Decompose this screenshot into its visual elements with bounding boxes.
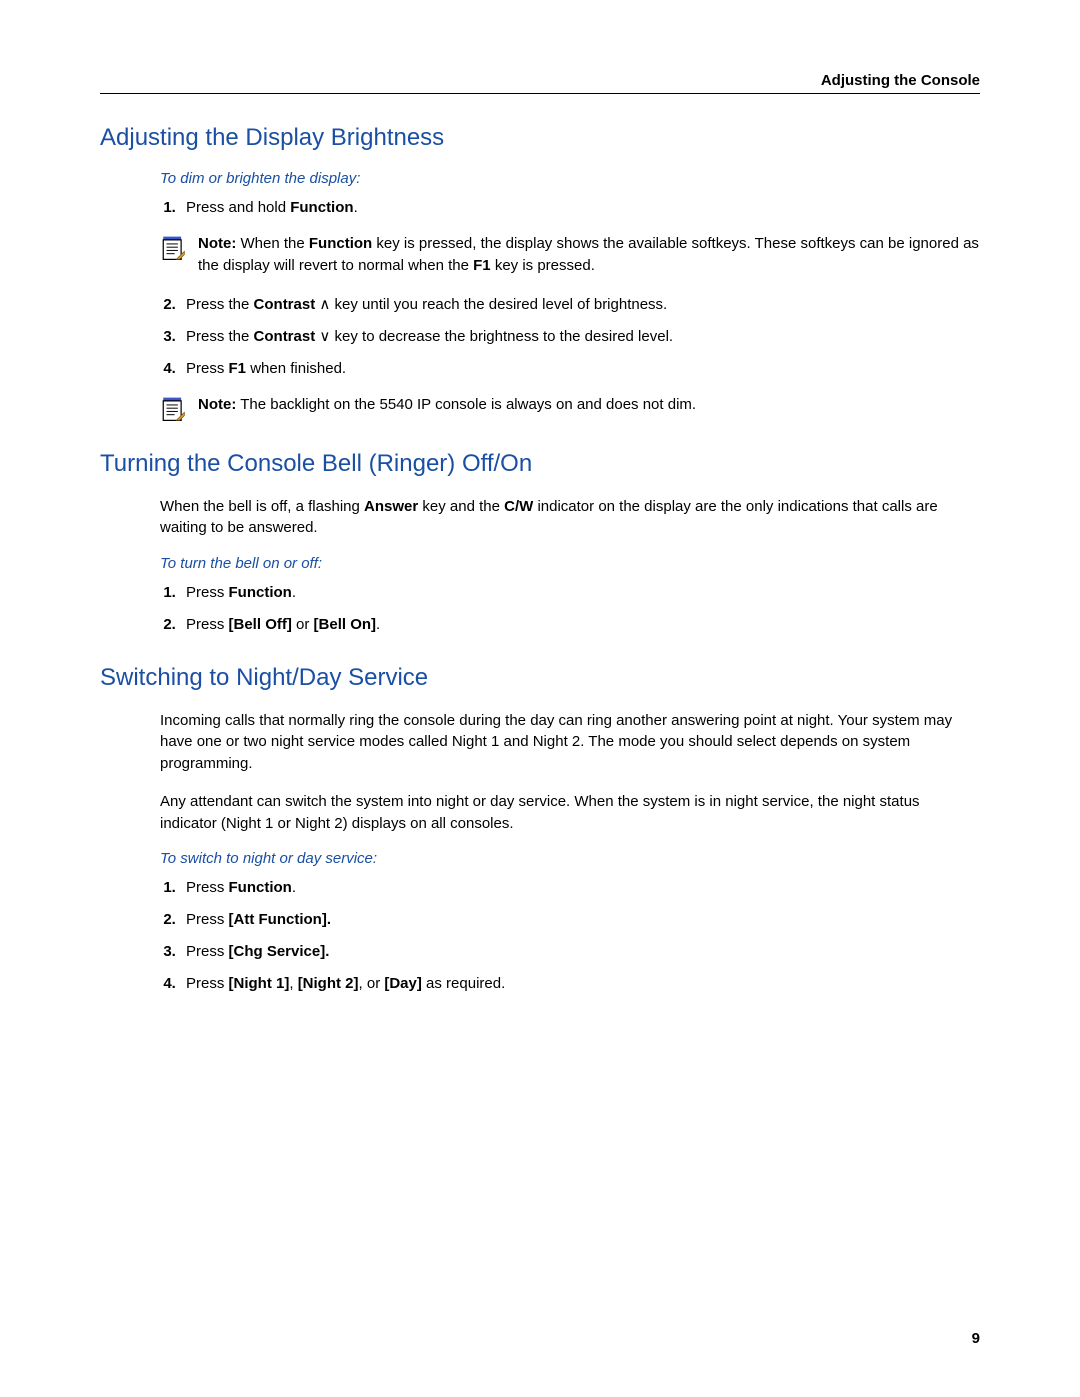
text-bold: Function (229, 879, 292, 896)
section-heading-bell: Turning the Console Bell (Ringer) Off/On (100, 450, 980, 478)
section-body-brightness: To dim or brighten the display: Press an… (160, 170, 980, 422)
note-label: Note: (198, 235, 236, 252)
text: Press (186, 879, 229, 896)
running-header: Adjusting the Console (100, 72, 980, 89)
step-list: Press Function. Press [Att Function]. Pr… (160, 877, 980, 994)
text-bold: Answer (364, 498, 418, 515)
list-item: Press and hold Function. (180, 197, 980, 219)
text-bold: Function (290, 199, 353, 216)
text-bold: [Night 2] (298, 975, 359, 992)
text: , (289, 975, 297, 992)
text: Press (186, 616, 229, 633)
note-block: Note: The backlight on the 5540 IP conso… (160, 394, 980, 422)
subheading: To dim or brighten the display: (160, 170, 980, 187)
text: . (292, 584, 296, 601)
text: The backlight on the 5540 IP console is … (236, 396, 696, 413)
list-item: Press [Att Function]. (180, 909, 980, 931)
list-item: Press F1 when finished. (180, 358, 980, 380)
text: key and the (418, 498, 504, 515)
text-bold: [Att Function]. (229, 911, 331, 928)
step-list: Press Function. Press [Bell Off] or [Bel… (160, 582, 980, 636)
text: Press (186, 584, 229, 601)
text-bold: [Day] (384, 975, 422, 992)
text: Press (186, 975, 229, 992)
text: . (376, 616, 380, 633)
text-bold: [Bell Off] (229, 616, 292, 633)
text: Press and hold (186, 199, 290, 216)
list-item: Press [Night 1], [Night 2], or [Day] as … (180, 973, 980, 995)
up-symbol: ∧ (315, 296, 334, 313)
paragraph: Any attendant can switch the system into… (160, 791, 980, 835)
header-rule (100, 93, 980, 94)
text: when finished. (246, 360, 346, 377)
text-bold: [Bell On] (314, 616, 377, 633)
text-bold: C/W (504, 498, 533, 515)
paragraph: When the bell is off, a flashing Answer … (160, 496, 980, 540)
text: Press (186, 943, 229, 960)
section-body-bell: When the bell is off, a flashing Answer … (160, 496, 980, 636)
subheading: To switch to night or day service: (160, 850, 980, 867)
note-block: Note: When the Function key is pressed, … (160, 233, 980, 277)
text-bold: Function (229, 584, 292, 601)
list-item: Press the Contrast ∨ key to decrease the… (180, 326, 980, 348)
text-bold: F1 (229, 360, 247, 377)
text-bold: [Chg Service]. (229, 943, 330, 960)
list-item: Press the Contrast ∧ key until you reach… (180, 294, 980, 316)
text: key to decrease the brightness to the de… (335, 328, 674, 345)
down-symbol: ∨ (315, 328, 334, 345)
list-item: Press [Bell Off] or [Bell On]. (180, 614, 980, 636)
note-label: Note: (198, 396, 236, 413)
text: , or (359, 975, 385, 992)
text: key is pressed. (491, 257, 595, 274)
text: . (292, 879, 296, 896)
text: Press the (186, 296, 254, 313)
note-icon (160, 396, 186, 422)
section-body-nightday: Incoming calls that normally ring the co… (160, 710, 980, 995)
text: When the (236, 235, 309, 252)
text-bold: F1 (473, 257, 491, 274)
text: . (354, 199, 358, 216)
text-bold: Function (309, 235, 372, 252)
text: or (292, 616, 314, 633)
list-item: Press [Chg Service]. (180, 941, 980, 963)
text-bold: Contrast (254, 328, 316, 345)
text: as required. (422, 975, 505, 992)
paragraph: Incoming calls that normally ring the co… (160, 710, 980, 775)
text: Press (186, 911, 229, 928)
page-number: 9 (972, 1330, 980, 1347)
text: Press (186, 360, 229, 377)
section-heading-nightday: Switching to Night/Day Service (100, 664, 980, 692)
section-heading-brightness: Adjusting the Display Brightness (100, 124, 980, 152)
note-icon (160, 235, 186, 261)
list-item: Press Function. (180, 877, 980, 899)
text-bold: Contrast (254, 296, 316, 313)
note-text: Note: The backlight on the 5540 IP conso… (198, 394, 980, 416)
text: key until you reach the desired level of… (335, 296, 668, 313)
step-list: Press the Contrast ∧ key until you reach… (160, 294, 980, 379)
text: When the bell is off, a flashing (160, 498, 364, 515)
text: Press the (186, 328, 254, 345)
page: Adjusting the Console Adjusting the Disp… (0, 0, 1080, 1397)
list-item: Press Function. (180, 582, 980, 604)
note-text: Note: When the Function key is pressed, … (198, 233, 980, 277)
text-bold: [Night 1] (229, 975, 290, 992)
subheading: To turn the bell on or off: (160, 555, 980, 572)
step-list: Press and hold Function. (160, 197, 980, 219)
